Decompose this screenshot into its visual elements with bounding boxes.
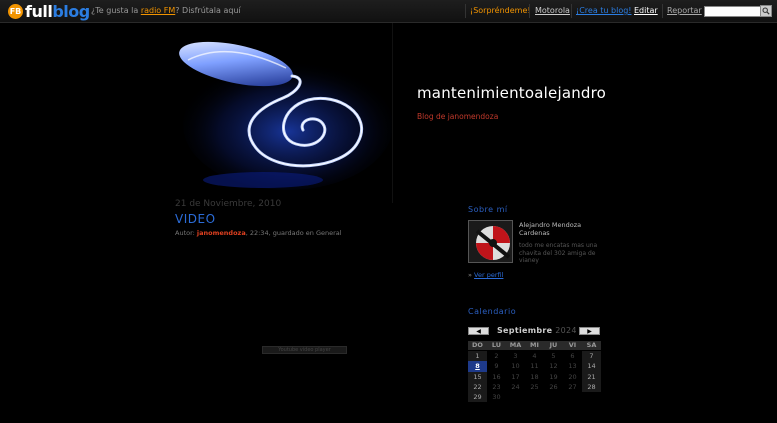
calendar-day[interactable]: 21 [582, 371, 601, 382]
calendar-day[interactable]: 19 [544, 372, 563, 382]
calendar-day[interactable]: 1 [468, 351, 487, 362]
report-link[interactable]: Reportar [667, 6, 702, 15]
post-author-link[interactable]: janomendoza [197, 229, 246, 237]
calendar-day[interactable]: 30 [487, 392, 506, 402]
calendar-day[interactable]: 20 [563, 372, 582, 382]
calendar-day[interactable]: 25 [525, 382, 544, 392]
view-profile: » Ver perfil [468, 271, 503, 279]
logo-text-full: full [25, 2, 53, 21]
logo-text-blog: blog [52, 2, 90, 21]
post-meta: Autor: janomendoza, 22:34, guardado en G… [175, 229, 342, 237]
motorola-link[interactable]: Motorola [535, 6, 570, 15]
search-button[interactable] [760, 5, 772, 17]
profile-name: Alejandro Mendoza Cardenas [519, 221, 582, 237]
calendar-day[interactable]: 6 [563, 351, 582, 361]
post-meta-suffix: , 22:34, guardado en General [245, 229, 342, 237]
promo-suffix[interactable]: ? Disfrútala aquí [175, 6, 241, 15]
calendar-day[interactable]: 16 [487, 372, 506, 382]
calendar-week-row: 1 2 3 4 5 6 7 [468, 351, 601, 362]
calendar-day[interactable]: 5 [544, 351, 563, 361]
calendar-day[interactable]: 12 [544, 361, 563, 371]
radio-promo: ¿Te gusta la radio FM? Disfrútala aquí [91, 6, 241, 15]
separator [465, 4, 466, 18]
calendar-weekday-row: DO LU MA MI JU VI SA [468, 341, 601, 351]
post-title[interactable]: VIDEO [175, 212, 216, 226]
chevron-left-icon: ◀ [476, 327, 481, 335]
calendar-day[interactable]: 26 [544, 382, 563, 392]
blog-title[interactable]: mantenimientoalejandro [417, 84, 606, 102]
separator [571, 4, 572, 18]
calendar-day-empty [563, 392, 582, 402]
calendar-month-title: Septiembre 2024 [497, 326, 577, 335]
calendar-day[interactable]: 22 [468, 381, 487, 392]
surprise-me-link[interactable]: ¡Sorpréndeme! [470, 6, 531, 15]
fullblog-logo[interactable]: FB fullblog [8, 2, 90, 21]
separator [662, 4, 663, 18]
calendar-day-empty [582, 392, 601, 402]
calendar-day[interactable]: 2 [487, 351, 506, 361]
calendar-week-row: 8 9 10 11 12 13 14 [468, 361, 601, 372]
calendar-day[interactable]: 15 [468, 371, 487, 382]
edit-link[interactable]: Editar [634, 6, 658, 15]
calendar-prev-button[interactable]: ◀ [468, 327, 489, 335]
top-navigation-bar: FB fullblog ¿Te gusta la radio FM? Disfr… [0, 0, 777, 23]
chevron-right-icon: ▶ [587, 327, 592, 335]
promo-prefix: ¿Te gusta la [91, 6, 141, 15]
avatar-image [469, 221, 512, 262]
calendar-day[interactable]: 11 [525, 361, 544, 371]
create-blog-link[interactable]: ¡Crea tu blog! [576, 6, 632, 15]
calendar-week-row: 22 23 24 25 26 27 28 [468, 381, 601, 392]
calendar-day[interactable]: 7 [582, 351, 601, 362]
weekday-label: DO [468, 341, 487, 350]
about-heading: Sobre mí [468, 205, 508, 214]
calendar-day-empty [506, 392, 525, 402]
post-date: 21 de Noviembre, 2010 [175, 199, 282, 209]
calendar-grid: DO LU MA MI JU VI SA 1 2 3 4 5 6 7 8 9 1… [468, 341, 601, 403]
calendar-day[interactable]: 29 [468, 391, 487, 403]
calendar-heading: Calendario [468, 307, 517, 316]
calendar-day[interactable]: 17 [506, 372, 525, 382]
weekday-label: LU [487, 341, 506, 350]
video-embed[interactable]: Youtube video player [262, 346, 347, 354]
calendar-day[interactable]: 3 [506, 351, 525, 361]
view-profile-link[interactable]: Ver perfil [474, 271, 503, 279]
header-mouse-image [179, 41, 393, 190]
calendar-day[interactable]: 14 [582, 361, 601, 372]
search-input[interactable] [704, 6, 761, 17]
calendar-week-row: 15 16 17 18 19 20 21 [468, 371, 601, 382]
weekday-label: MA [506, 341, 525, 350]
calendar-day[interactable]: 18 [525, 372, 544, 382]
post-meta-prefix: Autor: [175, 229, 197, 237]
weekday-label: SA [582, 341, 601, 350]
calendar-day[interactable]: 24 [506, 382, 525, 392]
calendar-day[interactable]: 27 [563, 382, 582, 392]
calendar-day[interactable]: 10 [506, 361, 525, 371]
calendar-day[interactable]: 28 [582, 381, 601, 392]
separator [529, 4, 530, 18]
calendar-day[interactable]: 13 [563, 361, 582, 371]
calendar-week-row: 29 30 [468, 391, 601, 403]
blog-subtitle: Blog de janomendoza [417, 112, 499, 121]
weekday-label: VI [563, 341, 582, 350]
weekday-label: JU [544, 341, 563, 350]
search-icon [762, 7, 770, 15]
calendar-day[interactable]: 9 [487, 361, 506, 371]
calendar-day-empty [525, 392, 544, 402]
calendar-day[interactable]: 4 [525, 351, 544, 361]
header-divider [392, 23, 393, 203]
weekday-label: MI [525, 341, 544, 350]
calendar-day-empty [544, 392, 563, 402]
logo-text: fullblog [25, 2, 90, 21]
calendar-next-button[interactable]: ▶ [579, 327, 600, 335]
calendar-month: Septiembre [497, 326, 553, 335]
profile-description: todo me encatas mas una chavita del 302 … [519, 242, 598, 264]
calendar-day[interactable]: 23 [487, 382, 506, 392]
fullblog-badge-icon: FB [8, 4, 23, 19]
avatar[interactable] [468, 220, 513, 263]
radio-fm-link[interactable]: radio FM [141, 6, 175, 15]
calendar-year: 2024 [555, 326, 577, 335]
calendar-day-today[interactable]: 8 [468, 361, 487, 372]
